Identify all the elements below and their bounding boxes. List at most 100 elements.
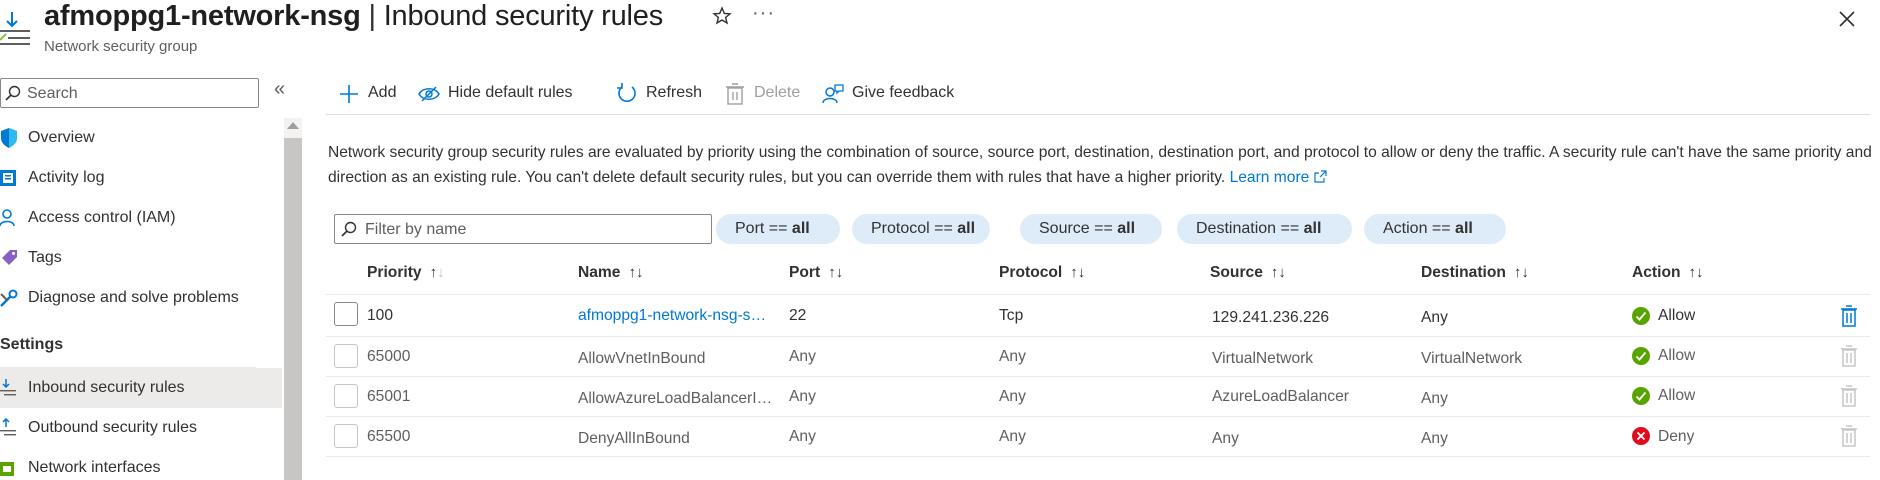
rules-description: Network security group security rules ar… [328, 140, 1874, 190]
scroll-up-arrow-icon[interactable] [287, 122, 299, 129]
refresh-icon [617, 83, 636, 102]
sort-arrows-icon: ↑↓ [1513, 264, 1529, 281]
sort-arrows-icon: ↑↓ [1270, 264, 1286, 281]
pill-value: all [957, 220, 976, 237]
wrench-icon [0, 289, 18, 307]
column-header-priority[interactable]: Priority ↑↓ [367, 264, 445, 282]
cell-action: Deny [1658, 428, 1695, 445]
sort-arrows-icon: ↑↓ [828, 264, 844, 281]
sidebar-item-label: Access control (IAM) [28, 209, 176, 226]
column-header-action[interactable]: Action ↑↓ [1632, 264, 1704, 282]
learn-more-label: Learn more [1229, 169, 1310, 186]
destination-filter-pill[interactable]: Destination == all [1177, 214, 1352, 244]
sidebar-item-network-interfaces[interactable]: Network interfaces [0, 448, 282, 480]
scrollbar-thumb[interactable] [284, 138, 302, 480]
shield-icon [1, 128, 17, 148]
row-divider [326, 336, 1870, 337]
column-header-source[interactable]: Source ↑↓ [1210, 264, 1286, 282]
cell-source: Any [1212, 430, 1239, 447]
deny-x-icon [1632, 427, 1650, 445]
cell-priority: 100 [367, 307, 394, 324]
cell-priority: 65500 [367, 428, 411, 445]
cell-action: Allow [1658, 347, 1696, 364]
column-header-protocol[interactable]: Protocol ↑↓ [999, 264, 1085, 282]
hide-default-rules-button[interactable]: Hide default rules [418, 80, 588, 108]
row-checkbox[interactable] [334, 302, 358, 326]
row-checkbox[interactable] [334, 384, 358, 408]
cell-protocol: Any [999, 388, 1026, 405]
external-link-icon [1314, 170, 1327, 183]
pill-label: Protocol == [871, 220, 958, 237]
collapse-sidebar-button[interactable]: « [274, 78, 285, 101]
delete-button[interactable]: Delete [724, 80, 809, 108]
outbound-icon [0, 418, 16, 436]
action-filter-pill[interactable]: Action == all [1364, 214, 1506, 244]
column-header-port[interactable]: Port ↑↓ [789, 264, 843, 282]
row-divider [326, 456, 1870, 457]
eye-hide-icon [418, 86, 440, 102]
give-feedback-button[interactable]: Give feedback [822, 80, 962, 108]
column-label: Action [1632, 264, 1681, 281]
rule-name-link[interactable]: afmoppg1-network-nsg-s… [578, 307, 778, 325]
cell-destination: Any [1421, 430, 1448, 447]
cell-destination: Any [1421, 390, 1448, 407]
search-placeholder: Search [27, 85, 78, 102]
page-header: afmoppg1-network-nsg | Inbound security … [0, 0, 1880, 72]
cell-port: Any [789, 348, 816, 365]
page-name: Inbound security rules [383, 0, 664, 32]
delete-rule-icon[interactable] [1840, 305, 1858, 327]
cell-action: Allow [1658, 387, 1696, 404]
sidebar-item-label: Outbound security rules [28, 419, 197, 436]
refresh-button[interactable]: Refresh [616, 80, 711, 108]
sort-arrows-icon: ↑↓ [628, 264, 644, 281]
sidebar-item-label: Inbound security rules [28, 379, 185, 396]
sidebar-item-access-control[interactable]: Access control (IAM) [0, 198, 282, 238]
sidebar-item-outbound-security-rules[interactable]: Outbound security rules [0, 408, 282, 448]
column-label: Priority [367, 264, 422, 281]
more-options-button[interactable]: ··· [752, 2, 775, 25]
add-button[interactable]: Add [338, 80, 408, 108]
protocol-filter-pill[interactable]: Protocol == all [852, 214, 990, 244]
row-checkbox[interactable] [334, 424, 358, 448]
resource-name: afmoppg1-network-nsg [44, 0, 361, 32]
search-icon [341, 221, 357, 237]
cell-action: Allow [1658, 307, 1696, 324]
pill-label: Source == [1039, 220, 1118, 237]
column-header-name[interactable]: Name ↑↓ [578, 264, 643, 282]
people-icon [0, 209, 15, 227]
sort-arrows-icon: ↑↓ [429, 264, 445, 281]
sidebar-item-label: Tags [28, 249, 62, 266]
port-filter-pill[interactable]: Port == all [716, 214, 840, 244]
filter-by-name-input[interactable]: Filter by name [334, 214, 712, 244]
row-divider [326, 376, 1870, 377]
pill-value: all [791, 220, 810, 237]
page-title: afmoppg1-network-nsg | Inbound security … [44, 0, 663, 33]
sidebar-item-overview[interactable]: Overview [0, 118, 282, 158]
learn-more-link[interactable]: Learn more [1230, 169, 1327, 186]
cell-port: Any [789, 388, 816, 405]
column-header-destination[interactable]: Destination ↑↓ [1421, 264, 1529, 282]
cell-priority: 65001 [367, 388, 411, 405]
delete-rule-icon [1841, 345, 1857, 367]
description-text: Network security group security rules ar… [328, 144, 1872, 186]
column-label: Destination [1421, 264, 1506, 281]
column-label: Protocol [999, 264, 1063, 281]
close-icon[interactable] [1838, 10, 1856, 28]
sidebar-search-input[interactable]: Search [0, 78, 259, 108]
sidebar-item-diagnose[interactable]: Diagnose and solve problems [0, 278, 282, 318]
sidebar-item-inbound-security-rules[interactable]: Inbound security rules [0, 368, 282, 408]
cell-destination: Any [1421, 309, 1448, 326]
row-checkbox[interactable] [334, 344, 358, 368]
cell-port: Any [789, 428, 816, 445]
cell-source: AzureLoadBalancer [1212, 388, 1349, 405]
delete-rule-icon [1841, 425, 1857, 447]
cell-priority: 65000 [367, 348, 411, 365]
sidebar-item-tags[interactable]: Tags [0, 238, 282, 278]
sidebar-item-label: Overview [28, 129, 95, 146]
sidebar-item-activity-log[interactable]: Activity log [0, 158, 282, 198]
tag-icon [2, 250, 17, 265]
sidebar-item-label: Diagnose and solve problems [28, 289, 239, 306]
favorite-star-icon[interactable] [712, 6, 732, 26]
source-filter-pill[interactable]: Source == all [1020, 214, 1162, 244]
search-icon [5, 85, 21, 101]
